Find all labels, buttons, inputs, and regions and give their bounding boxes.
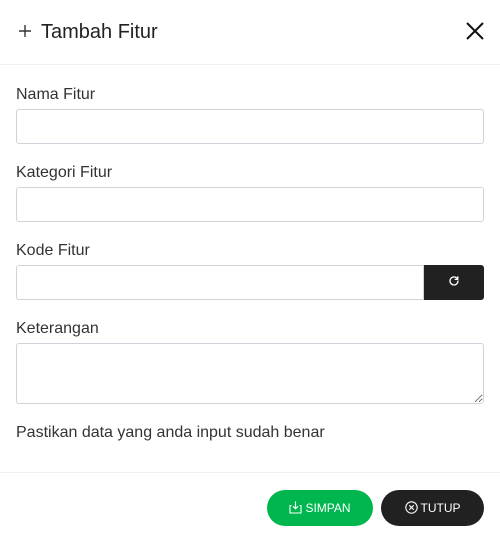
refresh-icon	[448, 275, 460, 290]
close-icon	[466, 21, 484, 43]
keterangan-group: Keterangan	[16, 319, 484, 404]
modal-body: Nama Fitur Kategori Fitur Kode Fitur Ket…	[0, 65, 500, 473]
nama-fitur-label: Nama Fitur	[16, 86, 96, 103]
kategori-fitur-group: Kategori Fitur	[16, 163, 484, 222]
confirmation-notice: Pastikan data yang anda input sudah bena…	[16, 424, 325, 441]
keterangan-label: Keterangan	[16, 320, 99, 337]
kode-fitur-group: Kode Fitur	[16, 241, 484, 300]
kategori-fitur-label: Kategori Fitur	[16, 164, 113, 181]
tutup-button[interactable]: TUTUP	[381, 489, 484, 526]
kategori-fitur-input[interactable]	[16, 187, 484, 222]
save-download-icon	[289, 501, 302, 514]
close-modal-button[interactable]	[464, 21, 486, 43]
nama-fitur-input[interactable]	[16, 109, 484, 144]
save-button-label: SIMPAN	[305, 500, 351, 515]
add-feature-modal: Tambah Fitur Nama Fitur Kategori Fitur K…	[0, 0, 500, 542]
generate-code-button[interactable]	[424, 265, 484, 300]
kode-fitur-input-group	[16, 265, 484, 300]
modal-header: Tambah Fitur	[0, 0, 500, 65]
nama-fitur-group: Nama Fitur	[16, 85, 484, 144]
kode-fitur-input[interactable]	[16, 265, 424, 300]
circle-x-icon	[404, 501, 418, 514]
plus-icon	[18, 24, 32, 38]
save-button[interactable]: SIMPAN	[267, 489, 373, 526]
modal-footer: SIMPAN TUTUP	[0, 473, 500, 542]
modal-title: Tambah Fitur	[41, 20, 158, 43]
tutup-button-label: TUTUP	[420, 500, 461, 515]
kode-fitur-label: Kode Fitur	[16, 242, 90, 259]
keterangan-textarea[interactable]	[16, 343, 484, 404]
